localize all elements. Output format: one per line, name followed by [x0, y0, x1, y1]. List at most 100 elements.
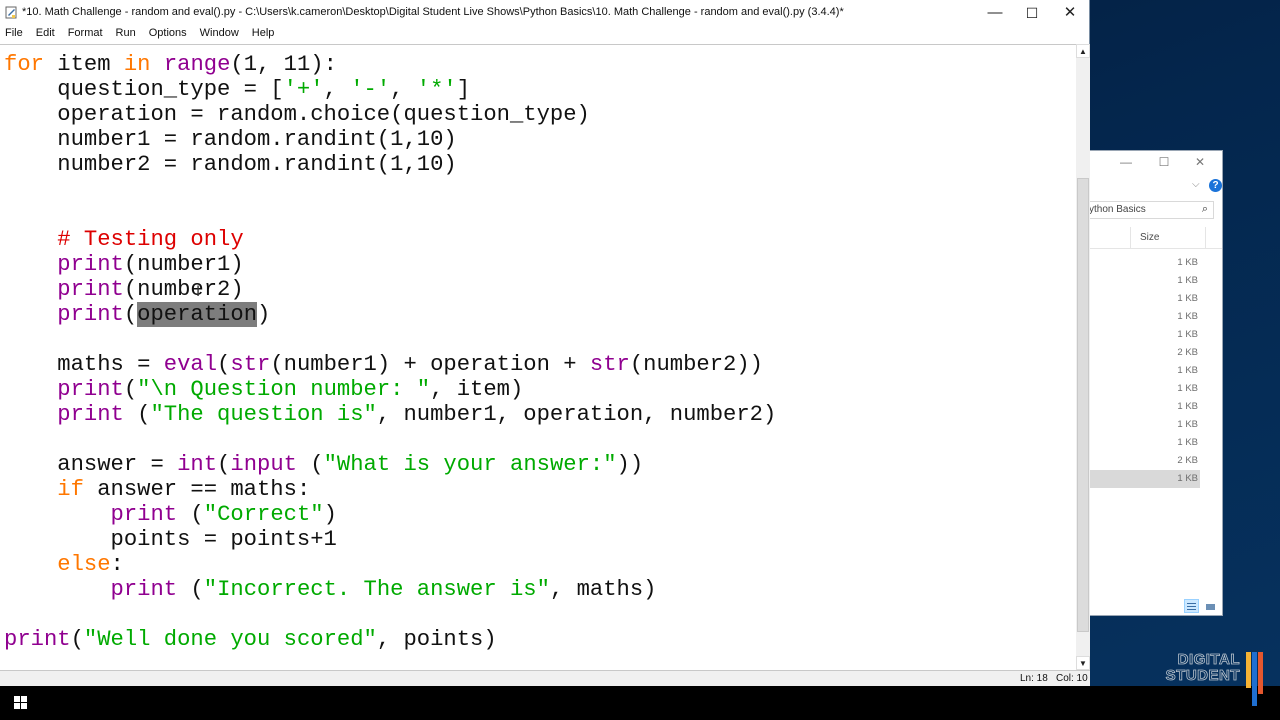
explorer-minimize-button[interactable]: — — [1116, 155, 1136, 169]
window-title: *10. Math Challenge - random and eval().… — [22, 6, 844, 18]
menu-window[interactable]: Window — [199, 26, 244, 44]
code-line[interactable]: number1 = random.randint(1,10) — [4, 127, 776, 152]
code-token: (number1) + operation + — [270, 352, 590, 377]
code-line[interactable] — [4, 427, 776, 452]
code-line[interactable]: operation = random.choice(question_type) — [4, 102, 776, 127]
code-token: maths = — [4, 352, 164, 377]
file-row-size[interactable]: 1 KB — [1090, 326, 1200, 344]
code-token: answer = — [4, 452, 178, 477]
keyword-token: for — [4, 52, 44, 77]
file-row-size[interactable]: 1 KB — [1090, 272, 1200, 290]
brand-line-2: STUDENT — [1165, 667, 1240, 684]
code-line[interactable]: maths = eval(str(number1) + operation + … — [4, 352, 776, 377]
search-text: ython Basics — [1089, 204, 1146, 215]
menu-file[interactable]: File — [4, 26, 28, 44]
file-row-size[interactable]: 2 KB — [1090, 452, 1200, 470]
column-header-size[interactable]: Size — [1140, 232, 1159, 243]
code-line[interactable] — [4, 177, 776, 202]
code-line[interactable]: print ("Correct") — [4, 502, 776, 527]
windows-logo-icon — [21, 703, 27, 709]
code-token: item — [43, 52, 124, 77]
code-line[interactable]: print ("Incorrect. The answer is", maths… — [4, 577, 776, 602]
code-line[interactable]: points = points+1 — [4, 527, 776, 552]
code-line[interactable]: number2 = random.randint(1,10) — [4, 152, 776, 177]
code-text[interactable]: for item in range(1, 11): question_type … — [4, 52, 776, 652]
column-separator[interactable] — [1130, 227, 1131, 249]
explorer-search-box[interactable]: ython Basics ⌕ — [1089, 201, 1214, 219]
code-line[interactable] — [4, 327, 776, 352]
code-line[interactable]: print(number1) — [4, 252, 776, 277]
code-token: question_type = [ — [4, 77, 284, 102]
details-view-icon[interactable] — [1184, 599, 1199, 613]
file-row-size[interactable]: 1 KB — [1090, 362, 1200, 380]
explorer-titlebar: — ☐ ✕ — [1090, 151, 1222, 177]
code-line[interactable] — [4, 202, 776, 227]
file-row-size[interactable]: 2 KB — [1090, 344, 1200, 362]
code-line[interactable]: print(operation) — [4, 302, 776, 327]
code-line[interactable]: for item in range(1, 11): — [4, 52, 776, 77]
explorer-file-list: 1 KB 1 KB 1 KB 1 KB 1 KB 2 KB 1 KB 1 KB 1 KB 1 KB… — [1090, 254, 1200, 488]
large-icons-view-icon[interactable] — [1203, 599, 1218, 613]
file-row-size[interactable]: 1 KB — [1090, 470, 1200, 488]
keyword-token: else — [57, 552, 111, 577]
help-icon[interactable]: ? — [1209, 179, 1222, 192]
file-row-size[interactable]: 1 KB — [1090, 416, 1200, 434]
explorer-maximize-button[interactable]: ☐ — [1154, 155, 1174, 169]
code-line[interactable]: print("Well done you scored", points) — [4, 627, 776, 652]
code-line[interactable]: print ("The question is", number1, opera… — [4, 402, 776, 427]
code-token: ( — [123, 377, 138, 402]
maximize-button[interactable]: ☐ — [1013, 0, 1051, 26]
code-line[interactable]: # Testing only — [4, 227, 776, 252]
menu-format[interactable]: Format — [67, 26, 108, 44]
brand-line-1: DIGITAL — [1177, 651, 1240, 668]
code-token: (number2) — [123, 277, 244, 302]
code-line[interactable]: question_type = ['+', '-', '*'] — [4, 77, 776, 102]
keyword-token: in — [123, 52, 151, 77]
code-line[interactable]: if answer == maths: — [4, 477, 776, 502]
column-number-status: Col: 10 — [1056, 673, 1088, 684]
minimize-button[interactable]: — — [976, 0, 1014, 26]
menu-run[interactable]: Run — [115, 26, 141, 44]
file-row-size[interactable]: 1 KB — [1090, 290, 1200, 308]
comment-token: # Testing only — [57, 227, 244, 252]
code-line[interactable]: answer = int(input ("What is your answer… — [4, 452, 776, 477]
explorer-close-button[interactable]: ✕ — [1190, 155, 1210, 169]
menu-help[interactable]: Help — [251, 26, 280, 44]
file-row-size[interactable]: 1 KB — [1090, 308, 1200, 326]
code-token: , — [323, 77, 351, 102]
code-token: (1, 11): — [230, 52, 337, 77]
code-line[interactable] — [4, 602, 776, 627]
file-row-size[interactable]: 1 KB — [1090, 398, 1200, 416]
builtin-token: print — [110, 577, 178, 602]
code-token: ) — [257, 302, 271, 327]
string-token: '+' — [283, 77, 324, 102]
code-token: ) — [323, 502, 337, 527]
file-explorer-window[interactable]: — ☐ ✕ ⌵ ? ython Basics ⌕ Size 1 KB 1 KB 1 … — [1089, 150, 1223, 616]
ribbon-expand-chevron-icon[interactable]: ⌵ — [1192, 179, 1200, 190]
windows-start-button[interactable] — [0, 686, 42, 720]
vertical-scrollbar[interactable]: ▲ ▼ — [1076, 44, 1090, 670]
menu-options[interactable]: Options — [148, 26, 192, 44]
brand-stripe-blue — [1252, 652, 1257, 706]
column-separator[interactable] — [1205, 227, 1206, 249]
close-button[interactable]: ✕ — [1051, 0, 1089, 26]
code-token: (number1) — [123, 252, 244, 277]
code-line[interactable]: print("\n Question number: ", item) — [4, 377, 776, 402]
file-row-size[interactable]: 1 KB — [1090, 434, 1200, 452]
code-line[interactable]: print(number2) — [4, 277, 776, 302]
scrollbar-thumb[interactable] — [1077, 178, 1089, 632]
code-line[interactable]: else: — [4, 552, 776, 577]
code-editor[interactable]: for item in range(1, 11): question_type … — [0, 44, 1076, 670]
file-row-size[interactable]: 1 KB — [1090, 380, 1200, 398]
search-icon[interactable]: ⌕ — [1202, 203, 1208, 216]
scroll-up-arrow-icon[interactable]: ▲ — [1076, 44, 1090, 58]
python-file-icon — [5, 6, 17, 19]
builtin-token: range — [163, 52, 231, 77]
menu-edit[interactable]: Edit — [35, 26, 60, 44]
file-row-size[interactable]: 1 KB — [1090, 254, 1200, 272]
code-token: ( — [123, 302, 138, 327]
scroll-down-arrow-icon[interactable]: ▼ — [1076, 656, 1090, 670]
string-token: '*' — [416, 77, 457, 102]
